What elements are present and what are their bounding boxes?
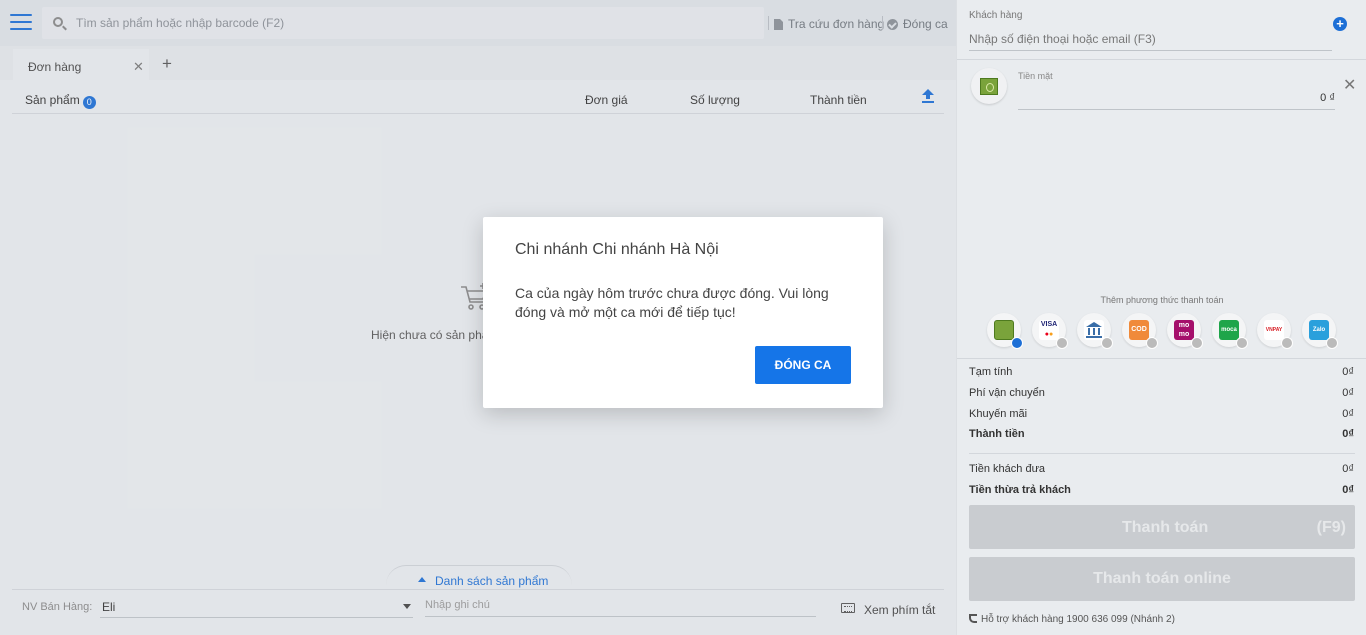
payment-row: Tiền mặt 0 ₫ ✕ (957, 60, 1366, 120)
payment-amount[interactable]: 0 ₫ (1018, 87, 1335, 110)
phone-icon (969, 614, 977, 623)
dialog-title: Chi nhánh Chi nhánh Hà Nội (515, 241, 719, 258)
shipping-label: Phí vận chuyển (969, 387, 1045, 399)
method-moca[interactable]: moca (1212, 313, 1248, 349)
method-cash[interactable] (987, 313, 1023, 349)
vnpay-icon: VNPAY (1264, 320, 1284, 340)
customer-input[interactable] (969, 27, 1332, 51)
paid-value: 0₫ (1342, 463, 1354, 475)
method-momo[interactable]: mo mo (1167, 313, 1203, 349)
subtotal-label: Tạm tính (969, 366, 1013, 378)
close-shift-button[interactable]: ĐÓNG CA (755, 346, 851, 384)
paid-label: Tiền khách đưa (969, 463, 1046, 475)
pay-button-label: Thanh toán (1122, 519, 1209, 536)
support-info: Hỗ trợ khách hàng 1900 636 099 (Nhánh 2) (969, 614, 1175, 625)
shift-dialog: Chi nhánh Chi nhánh Hà Nội Ca của ngày h… (483, 217, 883, 408)
cod-icon: COD (1129, 320, 1149, 340)
momo-icon: mo mo (1174, 320, 1194, 340)
moca-icon: moca (1219, 320, 1239, 340)
method-cod[interactable]: COD (1122, 313, 1158, 349)
pay-button[interactable]: Thanh toán (F9) (969, 505, 1355, 549)
discount-label: Khuyến mãi (969, 408, 1028, 420)
change-value: 0₫ (1342, 484, 1354, 496)
pay-shortcut: (F9) (1316, 519, 1346, 536)
method-vnpay[interactable]: VNPAY (1257, 313, 1293, 349)
close-icon[interactable]: ✕ (1343, 75, 1356, 95)
discount-value: 0₫ (1342, 408, 1354, 420)
payment-method-label: Tiền mặt (1018, 71, 1053, 81)
bank-icon (1084, 320, 1104, 340)
zalopay-icon: Zalo (1309, 320, 1329, 340)
payment-methods: VISA ●● COD mo mo moca VNPAY Zalo (987, 313, 1338, 349)
change-label: Tiền thừa trả khách (969, 484, 1071, 496)
subtotal-value: 0₫ (1342, 366, 1354, 378)
cash-icon (971, 68, 1007, 104)
visa-icon: VISA ●● (1039, 320, 1059, 340)
pay-online-button[interactable]: Thanh toán online (969, 557, 1355, 601)
cash-icon (994, 320, 1014, 340)
method-zalopay[interactable]: Zalo (1302, 313, 1338, 349)
shipping-value: 0₫ (1342, 387, 1354, 399)
method-visa[interactable]: VISA ●● (1032, 313, 1068, 349)
dialog-message: Ca của ngày hôm trước chưa được đóng. Vu… (515, 285, 829, 320)
add-customer-icon[interactable]: + (1333, 17, 1347, 31)
add-payment-method-label: Thêm phương thức thanh toán (1100, 295, 1224, 305)
selected-check-icon (1011, 337, 1023, 349)
total-label: Thành tiền (969, 428, 1025, 440)
customer-label: Khách hàng (969, 10, 1023, 21)
method-bank[interactable] (1077, 313, 1113, 349)
checkout-panel: Khách hàng + Tiền mặt 0 ₫ ✕ Thêm phương … (956, 0, 1366, 635)
total-value: 0₫ (1342, 428, 1354, 440)
